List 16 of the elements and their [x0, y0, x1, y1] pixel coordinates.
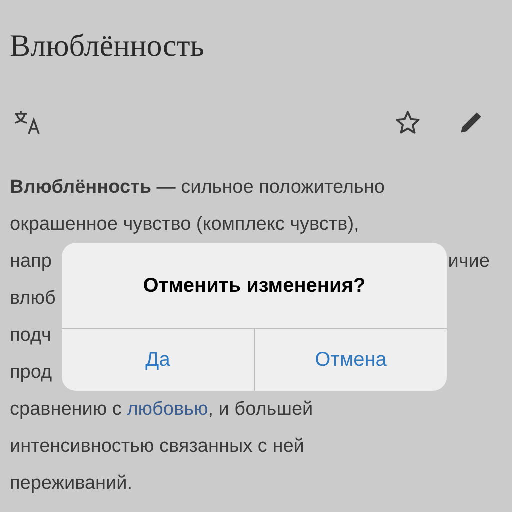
paragraph-line: сравнению с любовью, и большей [10, 398, 314, 422]
paragraph-fragment: влюб [10, 287, 56, 312]
dialog-button[interactable]: Да [62, 329, 254, 391]
article-title: Влюблённость [10, 27, 206, 65]
paragraph-fragment: напр [10, 250, 52, 274]
paragraph-line: Влюблённость — сильное положительно [10, 176, 385, 200]
paragraph-fragment: подч [10, 324, 52, 348]
paragraph-line: интенсивностью связанных с ней [10, 435, 304, 460]
paragraph-fragment: прод [10, 361, 52, 386]
paragraph-line: переживаний. [10, 472, 133, 496]
dialog-title: Отменить изменения? [143, 274, 366, 298]
article-link[interactable]: любовью [127, 399, 208, 420]
dialog-button[interactable]: Отмена [254, 329, 447, 391]
star-icon[interactable] [394, 110, 422, 136]
paragraph-fragment: ичие [448, 250, 490, 274]
paragraph-line: окрашенное чувство (комплекс чувств), [10, 213, 360, 238]
